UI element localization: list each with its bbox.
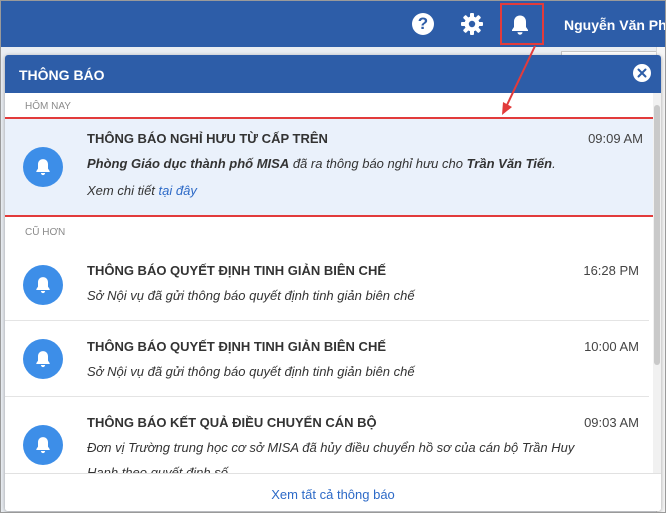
message-person: Trần Văn Tiến <box>466 156 553 171</box>
message-sender: Phòng Giáo dục thành phố MISA <box>87 156 290 171</box>
help-icon[interactable]: ? <box>410 11 436 37</box>
message-text: đã ra thông báo nghỉ hưu cho <box>289 156 467 171</box>
panel-footer: Xem tất cả thông báo <box>5 473 661 511</box>
notification-time: 09:03 AM <box>584 415 639 430</box>
view-all-link[interactable]: Xem tất cả thông báo <box>5 487 661 502</box>
notification-title: THÔNG BÁO NGHỈ HƯU TỪ CẤP TRÊN <box>87 131 328 146</box>
user-name[interactable]: Nguyễn Văn Phư <box>564 17 665 33</box>
bell-icon-svg <box>36 437 50 454</box>
notification-title: THÔNG BÁO QUYẾT ĐỊNH TINH GIẢN BIÊN CHẾ <box>87 263 387 278</box>
message-end: . <box>552 156 556 171</box>
notification-time: 16:28 PM <box>583 263 639 278</box>
help-glyph: ? <box>412 13 434 35</box>
close-x-svg <box>637 68 647 78</box>
notification-message: Sở Nội vụ đã gửi thông báo quyết định ti… <box>87 288 415 303</box>
notification-time: 10:00 AM <box>584 339 639 354</box>
section-label-today: HÔM NAY <box>25 101 71 112</box>
notification-title: THÔNG BÁO QUYẾT ĐỊNH TINH GIẢN BIÊN CHẾ <box>87 339 387 354</box>
notification-panel: THÔNG BÁO HÔM NAY THÔNG BÁO NGHỈ HƯU TỪ … <box>5 55 661 511</box>
notification-list: HÔM NAY THÔNG BÁO NGHỈ HƯU TỪ CẤP TRÊN 0… <box>5 93 661 480</box>
app-window: ? Nguyễn Văn Phư THÔNG BÁO HÔM NAY THÔNG… <box>0 0 666 513</box>
scroll-thumb[interactable] <box>654 105 660 365</box>
notification-title: THÔNG BÁO KẾT QUẢ ĐIỀU CHUYỂN CÁN BỘ <box>87 415 377 430</box>
bell-highlight-box <box>500 3 544 45</box>
bell-icon <box>23 339 63 379</box>
section-label-older: CŨ HƠN <box>25 227 66 238</box>
bell-icon-svg <box>36 351 50 368</box>
bell-icon <box>23 147 63 187</box>
gear-icon[interactable] <box>459 11 485 37</box>
top-bar: ? Nguyễn Văn Phư <box>1 1 665 47</box>
bell-icon-svg <box>36 159 50 176</box>
notification-item[interactable]: THÔNG BÁO QUYẾT ĐỊNH TINH GIẢN BIÊN CHẾ … <box>5 321 649 397</box>
detail-text: Xem chi tiết <box>87 183 159 198</box>
detail-link[interactable]: tại đây <box>159 183 197 198</box>
panel-header: THÔNG BÁO <box>5 55 661 93</box>
bell-icon-svg <box>36 277 50 294</box>
close-icon[interactable] <box>633 64 651 82</box>
panel-scrollbar[interactable] <box>653 93 661 473</box>
notification-item[interactable]: THÔNG BÁO QUYẾT ĐỊNH TINH GIẢN BIÊN CHẾ … <box>5 245 649 321</box>
notification-item[interactable]: THÔNG BÁO NGHỈ HƯU TỪ CẤP TRÊN 09:09 AM … <box>5 117 655 217</box>
notification-message: Sở Nội vụ đã gửi thông báo quyết định ti… <box>87 364 415 379</box>
notification-time: 09:09 AM <box>588 131 643 146</box>
notification-message: Phòng Giáo dục thành phố MISA đã ra thôn… <box>87 151 647 176</box>
panel-title: THÔNG BÁO <box>19 67 105 83</box>
bell-icon <box>23 425 63 465</box>
bell-icon <box>23 265 63 305</box>
gear-icon-svg <box>461 13 483 35</box>
detail-line: Xem chi tiết tại đây <box>87 183 197 198</box>
